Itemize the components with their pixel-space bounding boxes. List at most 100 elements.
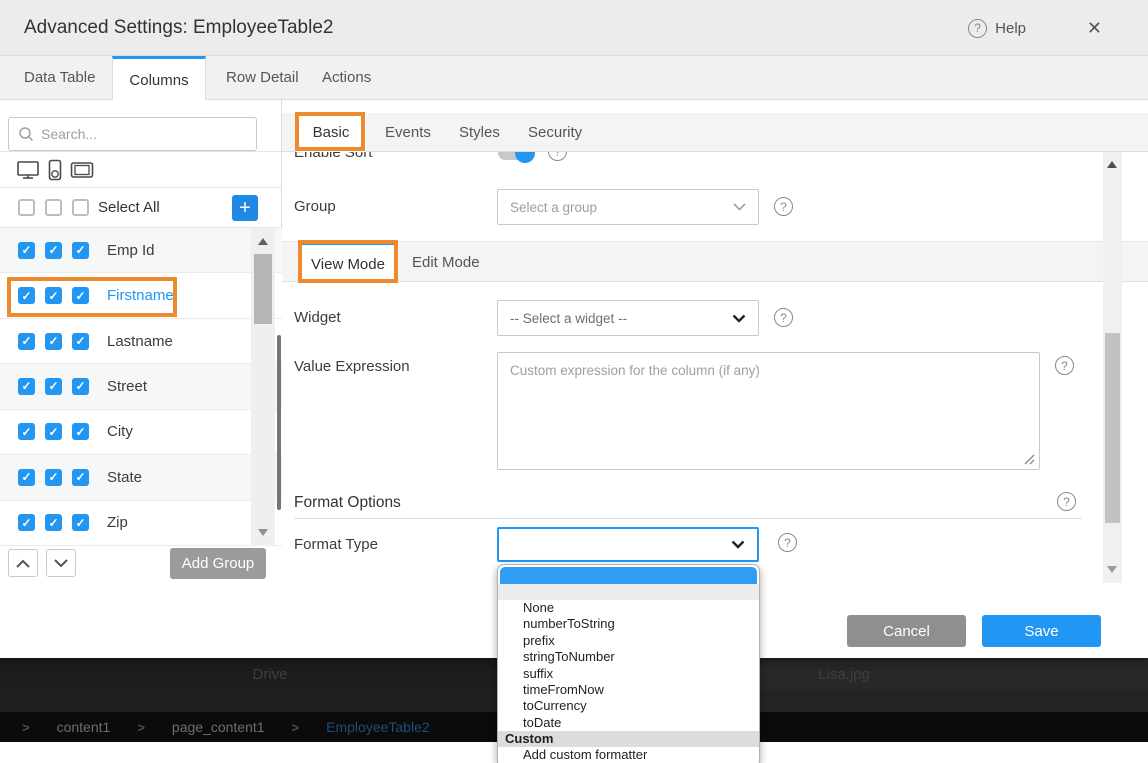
breadcrumb-item-employeetable2[interactable]: EmployeeTable2 (326, 719, 430, 735)
dropdown-option-prefix[interactable]: prefix (498, 633, 759, 649)
move-down-button[interactable] (46, 549, 76, 577)
widget-row: Widget -- Select a widget -- ? (282, 300, 1102, 336)
checkbox-tablet[interactable] (72, 514, 89, 531)
list-scrollbar[interactable] (251, 228, 275, 546)
checkbox-mobile[interactable] (45, 333, 62, 350)
tab-data-table[interactable]: Data Table (24, 56, 95, 100)
tab-edit-mode[interactable]: Edit Mode (412, 242, 480, 283)
tab-styles[interactable]: Styles (459, 113, 500, 152)
column-label[interactable]: Lastname (98, 333, 173, 350)
column-row-zip[interactable]: Zip (0, 501, 282, 546)
resize-handle-icon[interactable] (1024, 454, 1035, 465)
checkbox-desktop[interactable] (18, 242, 35, 259)
checkbox-desktop[interactable] (18, 287, 35, 304)
desktop-icon[interactable] (16, 159, 40, 181)
checkbox-desktop[interactable] (18, 423, 35, 440)
column-row-firstname[interactable]: Firstname (0, 273, 282, 318)
dropdown-option-suffix[interactable]: suffix (498, 666, 759, 682)
checkbox-mobile[interactable] (45, 514, 62, 531)
tab-security[interactable]: Security (528, 113, 582, 152)
scrollbar-thumb[interactable] (254, 254, 272, 324)
column-label[interactable]: City (98, 423, 133, 440)
checkbox-desktop[interactable] (18, 378, 35, 395)
column-label[interactable]: Zip (98, 514, 128, 531)
checkbox-desktop[interactable] (18, 514, 35, 531)
scroll-up-icon[interactable] (1107, 161, 1117, 168)
search-input[interactable] (41, 126, 231, 142)
column-label[interactable]: Firstname (98, 287, 174, 304)
widget-select[interactable]: -- Select a widget -- (497, 300, 759, 336)
widget-label: Widget (294, 300, 341, 336)
column-label[interactable]: Emp Id (98, 242, 155, 259)
checkbox-tablet[interactable] (72, 242, 89, 259)
tab-events[interactable]: Events (385, 113, 431, 152)
group-select[interactable]: Select a group (497, 189, 759, 225)
question-circle-icon[interactable]: ? (1057, 492, 1076, 511)
select-all-desktop-checkbox[interactable] (18, 199, 35, 216)
scrollbar-thumb[interactable] (1105, 333, 1120, 523)
checkbox-mobile[interactable] (45, 242, 62, 259)
dropdown-option-selected-empty[interactable] (500, 567, 757, 584)
close-icon[interactable]: ✕ (1087, 17, 1102, 39)
breadcrumb-item-content1[interactable]: content1 (57, 719, 111, 735)
device-toggle-row (0, 152, 281, 188)
add-column-button[interactable]: + (232, 195, 258, 221)
checkbox-mobile[interactable] (45, 378, 62, 395)
column-row-empid[interactable]: Emp Id (0, 228, 282, 273)
question-circle-icon[interactable]: ? (1055, 356, 1074, 375)
checkbox-tablet[interactable] (72, 469, 89, 486)
question-circle-icon[interactable]: ? (774, 308, 793, 327)
checkbox-tablet[interactable] (72, 333, 89, 350)
column-row-street[interactable]: Street (0, 364, 282, 409)
save-button[interactable]: Save (982, 615, 1101, 647)
format-type-select[interactable] (497, 527, 759, 562)
value-expression-textarea[interactable] (497, 352, 1040, 470)
cancel-button[interactable]: Cancel (847, 615, 966, 647)
settings-scrollbar[interactable] (1103, 152, 1122, 583)
question-circle-icon[interactable]: ? (778, 533, 797, 552)
column-row-state[interactable]: State (0, 455, 282, 500)
column-row-lastname[interactable]: Lastname (0, 319, 282, 364)
scroll-down-icon[interactable] (258, 529, 268, 536)
checkbox-tablet[interactable] (72, 423, 89, 440)
dropdown-option-stringtonumber[interactable]: stringToNumber (498, 649, 759, 665)
add-group-button[interactable]: Add Group (170, 548, 266, 579)
column-label[interactable]: Street (98, 378, 147, 395)
move-up-icon (16, 559, 30, 568)
tab-view-mode[interactable]: View Mode (300, 242, 396, 283)
mobile-icon[interactable] (47, 159, 63, 181)
help-button[interactable]: ? Help (968, 0, 1026, 56)
enable-sort-toggle[interactable] (498, 152, 532, 160)
checkbox-mobile[interactable] (45, 469, 62, 486)
dropdown-option-timefromnow[interactable]: timeFromNow (498, 682, 759, 698)
checkbox-mobile[interactable] (45, 423, 62, 440)
dropdown-option-none[interactable]: None (498, 600, 759, 616)
select-all-mobile-checkbox[interactable] (45, 199, 62, 216)
question-circle-icon[interactable]: ? (548, 152, 567, 161)
select-all-tablet-checkbox[interactable] (72, 199, 89, 216)
checkbox-mobile[interactable] (45, 287, 62, 304)
dropdown-option-todate[interactable]: toDate (498, 715, 759, 731)
scroll-down-icon[interactable] (1107, 566, 1117, 573)
dropdown-option-tocurrency[interactable]: toCurrency (498, 698, 759, 714)
tab-columns[interactable]: Columns (112, 56, 206, 101)
scroll-up-icon[interactable] (258, 238, 268, 245)
checkbox-tablet[interactable] (72, 378, 89, 395)
tab-actions[interactable]: Actions (322, 56, 371, 100)
question-circle-icon[interactable]: ? (774, 197, 793, 216)
panel-scrollbar-thumb[interactable] (277, 335, 281, 510)
checkbox-desktop[interactable] (18, 469, 35, 486)
dropdown-option-add-custom-formatter[interactable]: Add custom formatter (498, 747, 759, 763)
divider (294, 518, 1082, 519)
breadcrumb-item-page-content1[interactable]: page_content1 (172, 719, 265, 735)
checkbox-tablet[interactable] (72, 287, 89, 304)
column-label[interactable]: State (98, 469, 142, 486)
column-row-city[interactable]: City (0, 410, 282, 455)
dropdown-option-numbertostring[interactable]: numberToString (498, 616, 759, 632)
tablet-icon[interactable] (70, 161, 94, 179)
column-list-footer: Add Group (0, 546, 282, 583)
move-up-button[interactable] (8, 549, 38, 577)
tab-row-detail[interactable]: Row Detail (226, 56, 299, 100)
checkbox-desktop[interactable] (18, 333, 35, 350)
tab-basic[interactable]: Basic (296, 113, 366, 152)
